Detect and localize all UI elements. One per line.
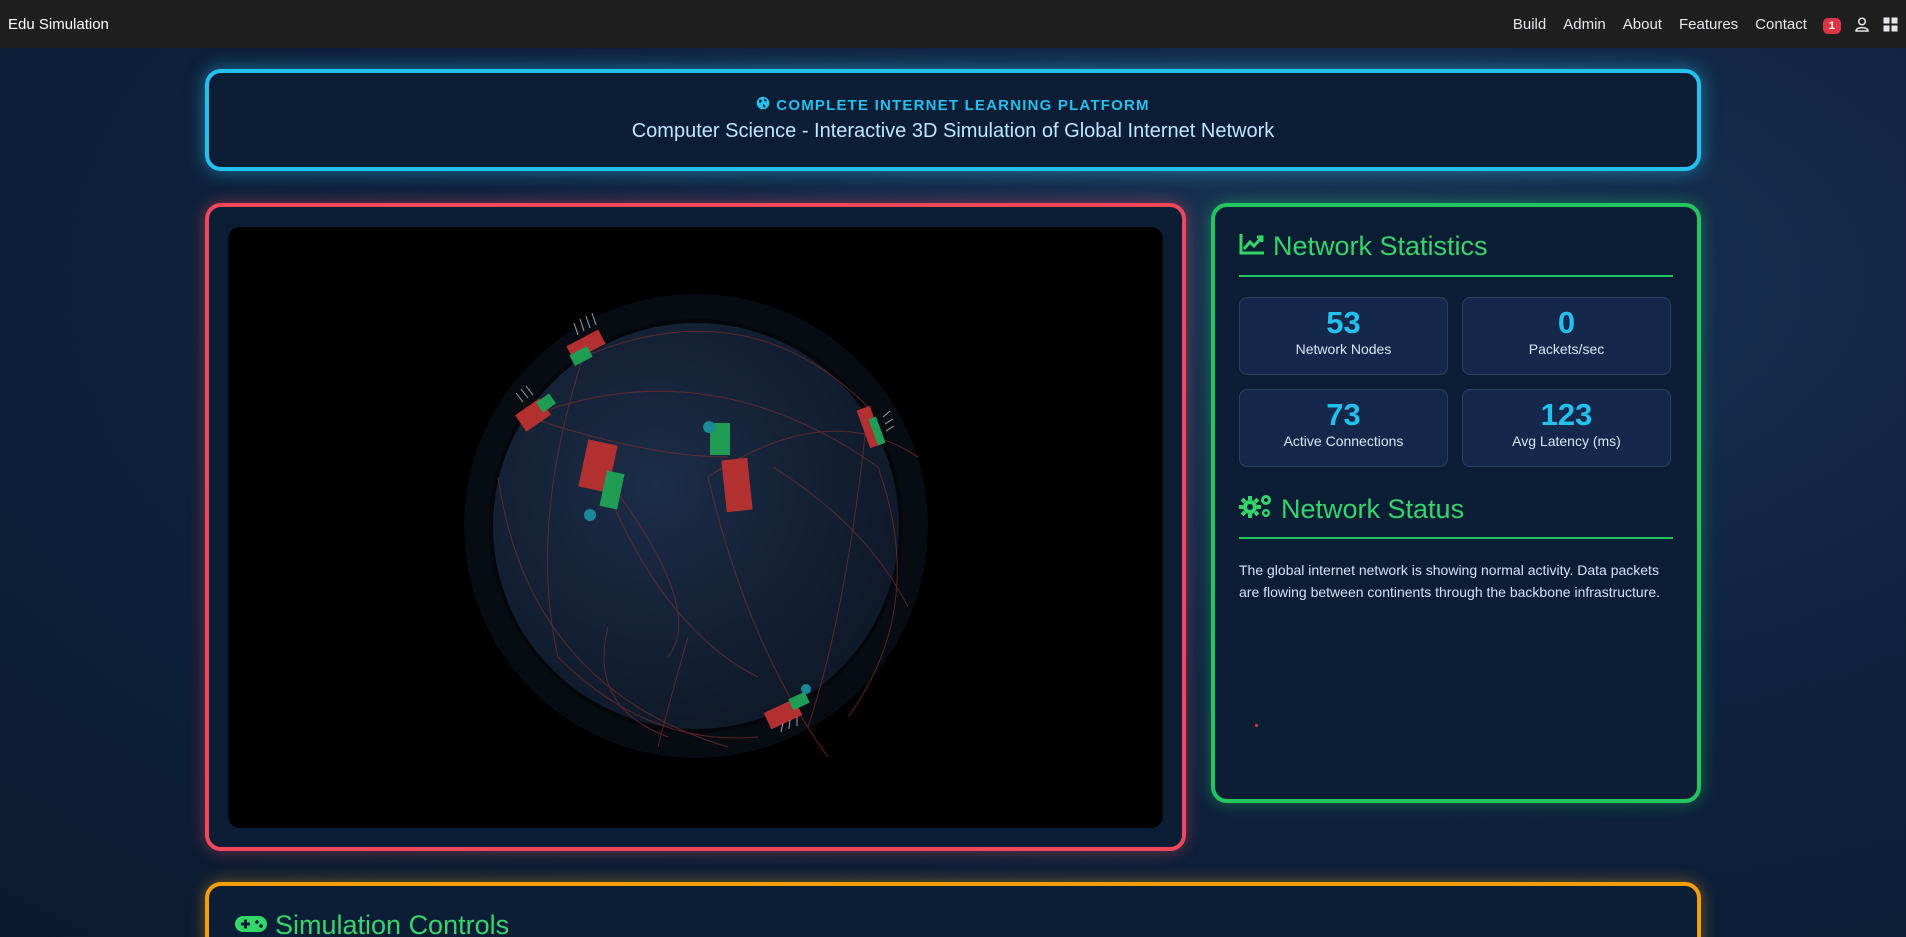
hub-node xyxy=(584,509,596,521)
user-icon[interactable] xyxy=(1855,16,1869,32)
stat-value: 0 xyxy=(1557,305,1576,340)
stat-active-connections: 73 Active Connections xyxy=(1239,389,1448,467)
platform-tag: COMPLETE INTERNET LEARNING PLATFORM xyxy=(209,96,1697,114)
nav-links: Build Admin About Features Contact 1 xyxy=(1496,16,1898,34)
controls-heading: Simulation Controls xyxy=(235,910,509,937)
nav-link-contact[interactable]: Contact xyxy=(1755,16,1807,33)
nav-link-build[interactable]: Build xyxy=(1513,16,1546,33)
stat-network-nodes: 53 Network Nodes xyxy=(1239,297,1448,375)
stat-label: Network Nodes xyxy=(1295,341,1392,357)
status-heading: Network Status xyxy=(1239,493,1464,526)
stat-label: Active Connections xyxy=(1283,433,1404,449)
brand-logo[interactable]: Edu Simulation xyxy=(8,16,109,33)
stat-value: 73 xyxy=(1326,397,1361,432)
controls-title: Simulation Controls xyxy=(275,910,510,937)
indicator-dot xyxy=(1255,724,1258,727)
router-node xyxy=(721,457,753,513)
statistics-heading: Network Statistics xyxy=(1239,231,1488,262)
page-title: Computer Science - Interactive 3D Simula… xyxy=(631,120,1275,142)
platform-tag-text: COMPLETE INTERNET LEARNING PLATFORM xyxy=(776,96,1150,114)
chart-line-icon xyxy=(1239,231,1265,262)
globe-icon xyxy=(756,96,770,114)
status-divider xyxy=(1239,537,1673,539)
globe-canvas[interactable] xyxy=(228,227,1163,828)
hub-node xyxy=(703,421,715,433)
top-navbar: Edu Simulation Build Admin About Feature… xyxy=(0,0,1906,48)
network-statistics-panel: Network Statistics 53 Network Nodes 0 Pa… xyxy=(1211,203,1701,803)
stat-label: Avg Latency (ms) xyxy=(1512,433,1621,449)
stat-packets-per-sec: 0 Packets/sec xyxy=(1462,297,1671,375)
stat-value: 123 xyxy=(1540,397,1593,432)
apps-grid-icon[interactable] xyxy=(1883,17,1898,32)
nav-link-about[interactable]: About xyxy=(1623,16,1662,33)
stat-avg-latency: 123 Avg Latency (ms) xyxy=(1462,389,1671,467)
statistics-divider xyxy=(1239,275,1673,277)
statistics-title: Network Statistics xyxy=(1273,231,1488,261)
gamepad-icon xyxy=(235,910,267,937)
stat-value: 53 xyxy=(1326,305,1361,340)
notification-badge[interactable]: 1 xyxy=(1822,18,1841,34)
simulation-panel xyxy=(205,203,1186,851)
status-title: Network Status xyxy=(1281,494,1465,524)
globe-scene[interactable] xyxy=(228,227,1163,828)
globe-sphere xyxy=(489,319,903,733)
nav-link-features[interactable]: Features xyxy=(1679,16,1738,33)
status-description: The global internet network is showing n… xyxy=(1239,562,1661,600)
header-card: COMPLETE INTERNET LEARNING PLATFORM Comp… xyxy=(205,69,1701,171)
gears-icon xyxy=(1239,493,1273,526)
hub-node xyxy=(801,684,811,694)
nav-link-admin[interactable]: Admin xyxy=(1563,16,1606,33)
simulation-controls-panel: Simulation Controls xyxy=(205,882,1701,937)
stat-label: Packets/sec xyxy=(1528,341,1605,357)
